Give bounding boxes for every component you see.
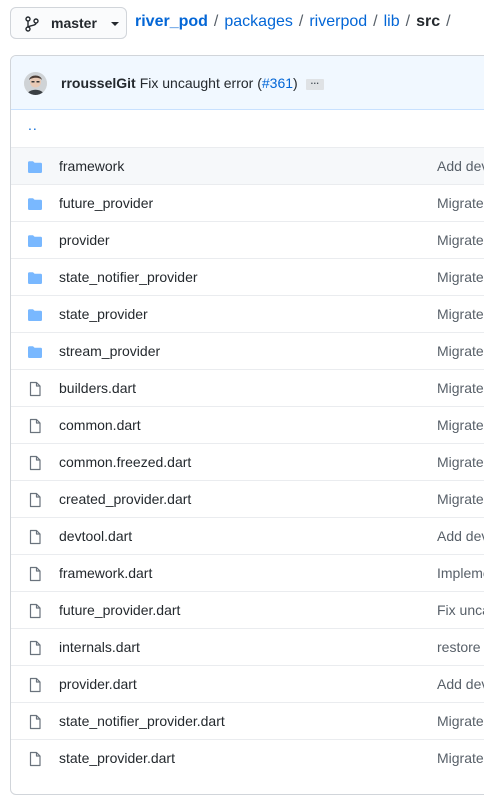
- commit-message-link[interactable]: Add dev: [437, 158, 484, 174]
- file-link[interactable]: common.freezed.dart: [59, 454, 191, 470]
- file-link[interactable]: state_provider.dart: [59, 750, 175, 766]
- breadcrumb-link-packages[interactable]: packages: [224, 13, 293, 30]
- commit-message-link[interactable]: Impleme: [437, 565, 484, 581]
- breadcrumb-link-riverpod[interactable]: riverpod: [309, 13, 367, 30]
- file-row[interactable]: stream_provider Migrate: [11, 332, 484, 369]
- file-link[interactable]: internals.dart: [59, 639, 140, 655]
- commit-message-link[interactable]: Migrate: [437, 454, 484, 470]
- file-row[interactable]: common.freezed.dart Migrate: [11, 443, 484, 480]
- chevron-down-icon: [111, 22, 119, 26]
- breadcrumb-root-link[interactable]: river_pod: [135, 13, 208, 30]
- folder-link[interactable]: state_provider: [59, 306, 148, 322]
- commit-message-link[interactable]: restore: [437, 639, 481, 655]
- folder-icon: [27, 344, 43, 360]
- commit-message-link[interactable]: Migrate: [437, 195, 484, 211]
- file-browser: rrousselGit Fix uncaught error (#361) … ..…: [10, 55, 484, 795]
- file-row[interactable]: future_provider.dart Fix unca: [11, 591, 484, 628]
- file-row[interactable]: state_notifier_provider.dart Migrate: [11, 702, 484, 739]
- file-link[interactable]: framework.dart: [59, 565, 152, 581]
- file-icon: [27, 677, 43, 693]
- commit-message-link[interactable]: Fix unca: [437, 602, 484, 618]
- file-icon: [27, 751, 43, 767]
- git-branch-icon: [25, 16, 39, 32]
- file-row[interactable]: state_provider Migrate: [11, 295, 484, 332]
- folder-link[interactable]: state_notifier_provider: [59, 269, 198, 285]
- file-icon: [27, 418, 43, 434]
- commit-summary: rrousselGit Fix uncaught error (#361) …: [61, 75, 324, 91]
- file-row[interactable]: common.dart Migrate: [11, 406, 484, 443]
- avatar[interactable]: [24, 72, 47, 95]
- commit-message-link[interactable]: Add dev: [437, 528, 484, 544]
- file-icon: [27, 492, 43, 508]
- breadcrumb-separator: /: [373, 13, 378, 30]
- folder-icon: [27, 233, 43, 249]
- breadcrumb: river_pod / packages / riverpod / lib / src /: [135, 13, 457, 31]
- branch-select-button[interactable]: master: [10, 7, 127, 39]
- parent-directory-row[interactable]: ..: [11, 111, 484, 147]
- folder-icon: [27, 159, 43, 175]
- file-row[interactable]: provider.dart Add dev: [11, 665, 484, 702]
- file-icon: [27, 381, 43, 397]
- commit-message-link[interactable]: Migrate: [437, 380, 484, 396]
- commit-message-link[interactable]: Migrate: [437, 713, 484, 729]
- file-list: .. framework Add dev future_provider Migrat…: [11, 111, 484, 776]
- folder-icon: [27, 307, 43, 323]
- file-link[interactable]: provider.dart: [59, 676, 137, 692]
- latest-commit-bar: rrousselGit Fix uncaught error (#361) …: [11, 56, 484, 110]
- file-link[interactable]: common.dart: [59, 417, 141, 433]
- file-icon: [27, 714, 43, 730]
- breadcrumb-separator: /: [298, 13, 304, 30]
- commit-message-link[interactable]: Migrate: [437, 232, 484, 248]
- file-row[interactable]: created_provider.dart Migrate: [11, 480, 484, 517]
- commit-message-link[interactable]: Migrate: [437, 491, 484, 507]
- file-row[interactable]: state_provider.dart Migrate: [11, 739, 484, 776]
- file-icon: [27, 529, 43, 545]
- file-row[interactable]: devtool.dart Add dev: [11, 517, 484, 554]
- file-icon: [27, 603, 43, 619]
- commit-issue-link[interactable]: #361: [262, 75, 293, 91]
- file-row[interactable]: internals.dart restore: [11, 628, 484, 665]
- commit-message-end: ): [293, 75, 298, 91]
- file-link[interactable]: devtool.dart: [59, 528, 132, 544]
- commit-message: Fix uncaught error (: [139, 75, 262, 91]
- file-row[interactable]: framework.dart Impleme: [11, 554, 484, 591]
- commit-expand-button[interactable]: …: [305, 76, 324, 90]
- folder-link[interactable]: future_provider: [59, 195, 153, 211]
- commit-message-link[interactable]: Migrate: [437, 750, 484, 766]
- file-row[interactable]: builders.dart Migrate: [11, 369, 484, 406]
- folder-link[interactable]: provider: [59, 232, 110, 248]
- folder-icon: [27, 270, 43, 286]
- file-row[interactable]: provider Migrate: [11, 221, 484, 258]
- folder-link[interactable]: stream_provider: [59, 343, 160, 359]
- file-link[interactable]: created_provider.dart: [59, 491, 191, 507]
- file-icon: [27, 640, 43, 656]
- commit-message-link[interactable]: Migrate: [437, 417, 484, 433]
- breadcrumb-separator: /: [213, 13, 219, 30]
- breadcrumb-current: src: [416, 13, 441, 30]
- breadcrumb-separator: /: [446, 13, 451, 30]
- folder-icon: [27, 196, 43, 212]
- breadcrumb-link-lib[interactable]: lib: [384, 13, 400, 30]
- file-row[interactable]: state_notifier_provider Migrate: [11, 258, 484, 295]
- parent-directory-link[interactable]: ..: [28, 117, 38, 133]
- commit-message-link[interactable]: Migrate: [437, 306, 484, 322]
- file-icon: [27, 455, 43, 471]
- file-row[interactable]: framework Add dev: [11, 147, 484, 184]
- repo-header: master river_pod / packages / riverpod / lib / s…: [0, 0, 484, 48]
- commit-author-link[interactable]: rrousselGit: [61, 75, 136, 91]
- commit-message-link[interactable]: Fix uncaught error (#361): [140, 75, 298, 91]
- file-link[interactable]: builders.dart: [59, 380, 136, 396]
- file-icon: [27, 566, 43, 582]
- commit-message-link[interactable]: Migrate: [437, 269, 484, 285]
- commit-message-link[interactable]: Add dev: [437, 676, 484, 692]
- avatar-image: [24, 72, 47, 95]
- branch-label: master: [51, 15, 97, 31]
- file-link[interactable]: future_provider.dart: [59, 602, 180, 618]
- file-row[interactable]: future_provider Migrate: [11, 184, 484, 221]
- file-link[interactable]: state_notifier_provider.dart: [59, 713, 225, 729]
- breadcrumb-separator: /: [405, 13, 411, 30]
- folder-link[interactable]: framework: [59, 158, 124, 174]
- commit-message-link[interactable]: Migrate: [437, 343, 484, 359]
